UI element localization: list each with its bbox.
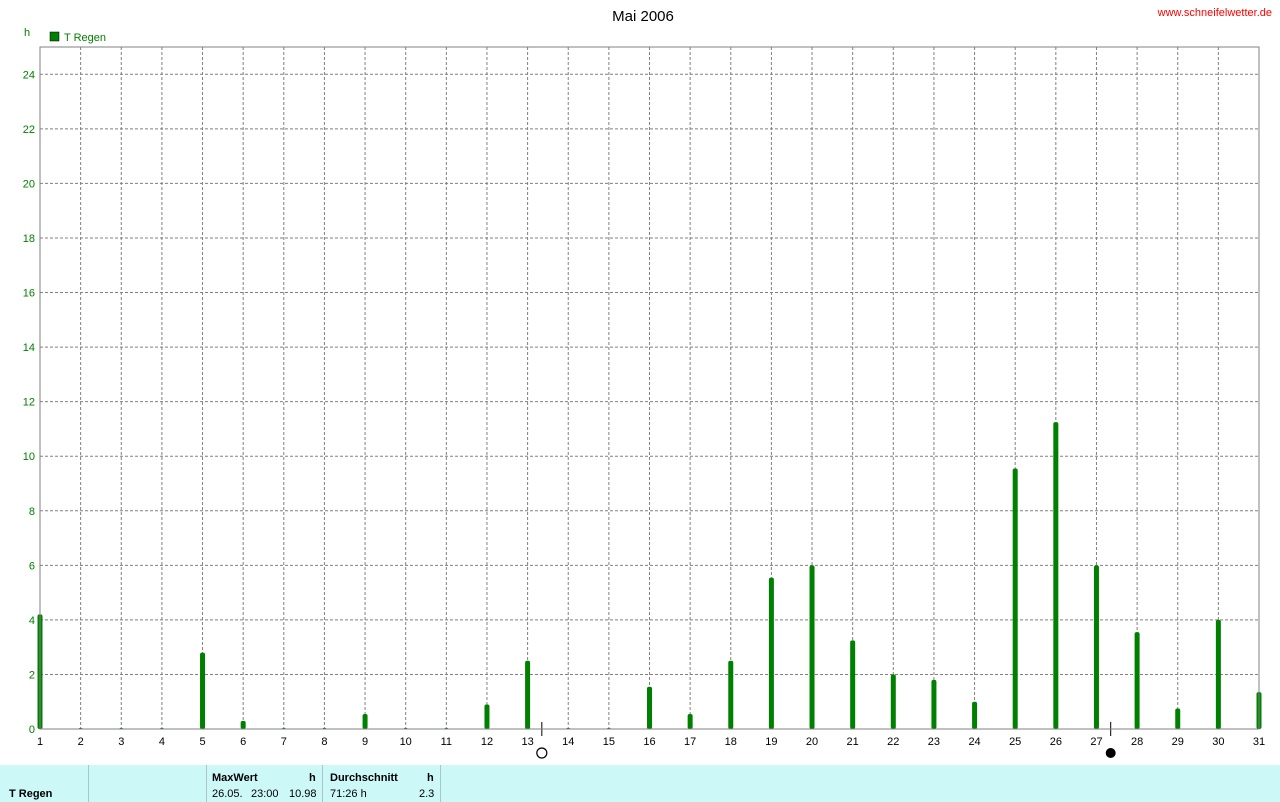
y-tick-label: 16 — [23, 288, 35, 300]
bar — [931, 679, 937, 729]
x-tick-label: 11 — [441, 736, 452, 748]
x-tick-label: 31 — [1253, 736, 1265, 748]
x-tick-label: 12 — [481, 736, 493, 748]
x-tick-label: 2 — [78, 736, 84, 748]
bar — [728, 660, 734, 729]
bar — [1175, 708, 1181, 729]
footer-avg-cell: Durchschnitt h 71:26 h 2.3 — [323, 765, 441, 802]
avg-value: 2.3 — [419, 788, 435, 800]
bar — [647, 686, 652, 729]
legend: T Regen — [49, 31, 106, 44]
site-link[interactable]: www.schneifelwetter.de — [1157, 7, 1272, 19]
x-tick-label: 7 — [281, 736, 287, 748]
footer-empty-cell — [89, 765, 207, 802]
x-tick-label: 21 — [847, 736, 859, 748]
x-axis: 1 2 3 4 5 6 7 8 9 10 11 12 13 14 15 16 17 18 19 20 21 22 23 24 2… — [37, 736, 1265, 748]
x-tick-label: 26 — [1050, 736, 1062, 748]
x-tick-label: 5 — [199, 736, 205, 748]
max-time: 23:00 — [251, 788, 279, 800]
x-tick-label: 24 — [968, 736, 980, 748]
footer-max-cell: MaxWert h 26.05. 23:00 10.98 — [207, 765, 323, 802]
bar — [972, 701, 978, 729]
y-tick-label: 24 — [23, 69, 35, 81]
bar — [240, 720, 246, 729]
bar — [809, 565, 815, 729]
grid — [40, 47, 1259, 729]
chart-title: Mai 2006 — [612, 8, 674, 25]
x-tick-label: 17 — [684, 736, 696, 748]
bar — [687, 713, 693, 729]
legend-swatch — [49, 31, 60, 42]
x-tick-label: 25 — [1009, 736, 1021, 748]
avg-label: Durchschnitt — [330, 772, 398, 784]
bar — [362, 713, 368, 729]
x-tick-label: 22 — [887, 736, 899, 748]
y-tick-label: 14 — [23, 342, 35, 354]
avg-unit: h — [427, 772, 434, 784]
x-tick-label: 1 — [37, 736, 43, 748]
x-tick-label: 3 — [118, 736, 124, 748]
x-tick-label: 14 — [562, 736, 574, 748]
bar — [484, 704, 490, 729]
x-tick-label: 27 — [1090, 736, 1102, 748]
y-tick-label: 10 — [23, 451, 35, 463]
y-tick-label: 20 — [23, 178, 35, 190]
x-tick-label: 9 — [362, 736, 368, 748]
x-tick-label: 10 — [400, 736, 412, 748]
bar — [1093, 565, 1099, 729]
full-moon-icon — [536, 747, 548, 759]
y-tick-label: 12 — [23, 397, 35, 409]
y-axis-unit: h — [24, 27, 30, 39]
x-tick-label: 8 — [321, 736, 327, 748]
bar — [525, 660, 531, 729]
bar — [1134, 632, 1140, 729]
new-moon-icon — [1105, 748, 1116, 758]
x-tick-label: 30 — [1212, 736, 1224, 748]
x-tick-label: 28 — [1131, 736, 1143, 748]
y-tick-label: 22 — [23, 124, 35, 136]
x-tick-label: 15 — [603, 736, 615, 748]
max-date: 26.05. — [212, 788, 243, 800]
max-value: 10.98 — [289, 788, 317, 800]
bar — [1053, 422, 1059, 729]
footer-series-label: T Regen — [9, 788, 53, 800]
max-unit: h — [309, 772, 316, 784]
bar — [200, 652, 206, 729]
y-tick-label: 18 — [23, 233, 35, 245]
bar — [890, 674, 896, 729]
x-tick-label: 4 — [159, 736, 165, 748]
x-tick-label: 19 — [765, 736, 777, 748]
y-tick-label: 4 — [29, 615, 35, 627]
x-tick-label: 23 — [928, 736, 940, 748]
x-tick-label: 13 — [521, 736, 533, 748]
y-axis: 024681012141618202224 — [23, 69, 35, 736]
y-tick-label: 2 — [29, 669, 35, 681]
moon-phase-markers — [536, 722, 1116, 759]
x-tick-label: 6 — [240, 736, 246, 748]
legend-label: T Regen — [64, 32, 106, 44]
rain-chart: Mai 2006 www.schneifelwetter.de h T Rege… — [23, 7, 1272, 759]
bar — [1012, 468, 1018, 729]
footer-series-cell: T Regen — [0, 765, 89, 802]
statistics-footer: T Regen MaxWert h 26.05. 23:00 10.98 Dur… — [0, 765, 1280, 802]
bar — [768, 577, 774, 729]
y-tick-label: 0 — [29, 724, 35, 736]
y-tick-label: 8 — [29, 506, 35, 518]
bar — [1215, 619, 1221, 729]
x-tick-label: 29 — [1172, 736, 1184, 748]
x-tick-label: 16 — [643, 736, 655, 748]
x-tick-label: 18 — [725, 736, 737, 748]
y-tick-label: 6 — [29, 560, 35, 572]
avg-duration: 71:26 h — [330, 788, 367, 800]
x-tick-label: 20 — [806, 736, 818, 748]
bar — [850, 640, 856, 729]
max-label: MaxWert — [212, 772, 258, 784]
